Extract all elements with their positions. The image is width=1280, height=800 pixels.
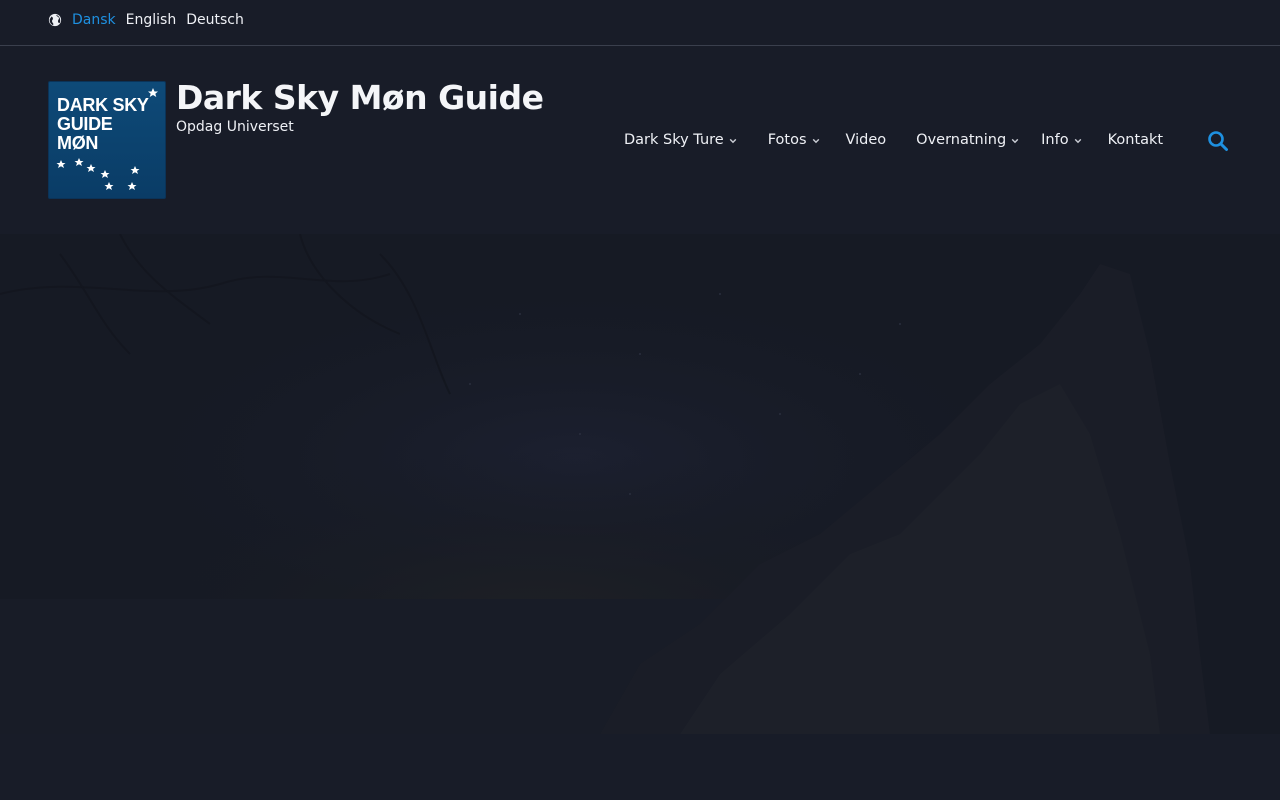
site-title[interactable]: Dark Sky Møn Guide xyxy=(176,78,544,117)
chevron-down-icon xyxy=(1074,138,1081,143)
nav-item-label: Overnatning xyxy=(916,132,1007,148)
language-dansk[interactable]: Dansk xyxy=(72,12,116,28)
globe-icon xyxy=(48,13,62,27)
nav-item-fotos[interactable]: Fotos xyxy=(768,132,820,148)
nav-item-overnatning[interactable]: Overnatning xyxy=(916,132,1019,148)
chevron-down-icon xyxy=(812,138,819,143)
site-header: DARK SKY GUIDE MØN Dark Sky Møn Guide Op… xyxy=(0,46,1280,234)
language-bar: Dansk English Deutsch xyxy=(0,0,1280,46)
hero-image xyxy=(0,234,1280,734)
nav-item-label: Info xyxy=(1041,132,1069,148)
nav-item-label: Video xyxy=(845,132,887,148)
night-sky-landscape xyxy=(0,234,1280,734)
language-switcher: Dansk English Deutsch xyxy=(48,0,244,40)
logo-stars-icon xyxy=(56,88,158,190)
nav-item-info[interactable]: Info xyxy=(1041,132,1081,148)
page-content-area xyxy=(0,734,1280,800)
site-logo[interactable]: DARK SKY GUIDE MØN xyxy=(48,81,166,199)
nav-item-video[interactable]: Video xyxy=(846,132,887,148)
nav-item-label: Dark Sky Ture xyxy=(624,132,724,148)
language-english[interactable]: English xyxy=(126,12,177,28)
nav-item-dark-sky-ture[interactable]: Dark Sky Ture xyxy=(624,132,737,148)
chevron-down-icon xyxy=(729,138,737,143)
search-icon[interactable] xyxy=(1207,130,1229,152)
chevron-down-icon xyxy=(1011,138,1019,143)
site-tagline: Opdag Universet xyxy=(176,119,294,135)
nav-item-kontakt[interactable]: Kontakt xyxy=(1108,132,1164,148)
nav-item-label: Fotos xyxy=(767,132,807,148)
nav-item-label: Kontakt xyxy=(1107,132,1164,148)
language-deutsch[interactable]: Deutsch xyxy=(186,12,244,28)
main-navigation: Dark Sky Ture Fotos Video Overnatning In… xyxy=(624,130,1163,150)
